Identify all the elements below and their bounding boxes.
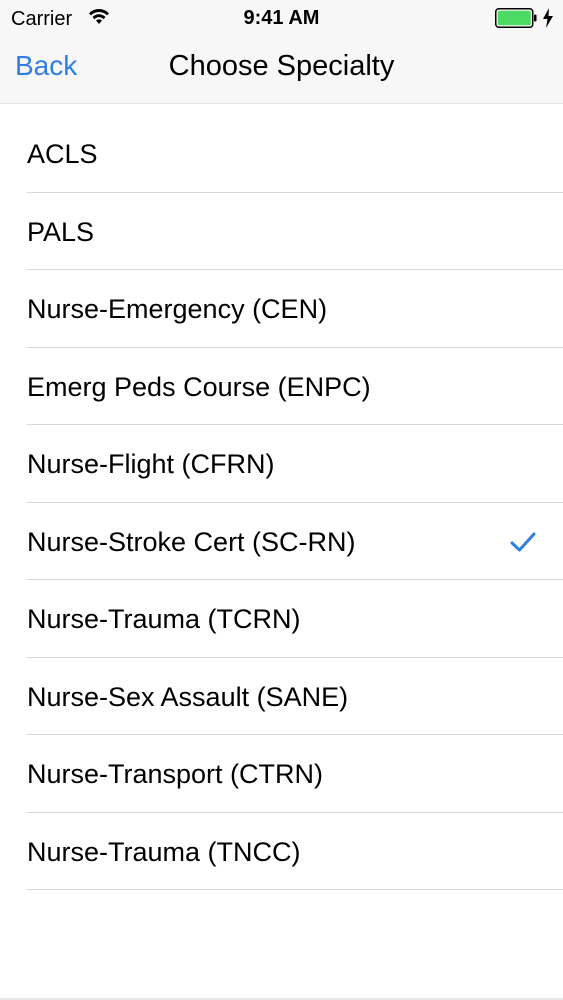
list-item-label: Nurse-Trauma (TCRN): [27, 604, 301, 634]
page-title: Choose Specialty: [168, 50, 395, 82]
list-item-label: Nurse-Transport (CTRN): [27, 759, 324, 789]
list-item[interactable]: Nurse-Transport (CTRN): [0, 735, 563, 813]
list-item-label: ACLS: [27, 139, 98, 169]
list-item-selected[interactable]: Nurse-Stroke Cert (SC-RN): [0, 503, 563, 581]
list-item[interactable]: Nurse-Trauma (TNCC): [0, 813, 563, 891]
specialty-list: ACLS PALS Nurse-Emergency (CEN) Emerg Pe…: [0, 115, 563, 890]
list-item[interactable]: Emerg Peds Course (ENPC): [0, 348, 563, 426]
list-item[interactable]: ACLS: [0, 115, 563, 193]
list-item[interactable]: Nurse-Trauma (TCRN): [0, 580, 563, 658]
list-item[interactable]: Nurse-Flight (CFRN): [0, 425, 563, 503]
navigation-bar: Back Choose Specialty: [0, 36, 563, 104]
list-item[interactable]: Nurse-Sex Assault (SANE): [0, 658, 563, 736]
battery-icon: [495, 8, 537, 28]
battery-fill: [497, 10, 531, 26]
checkmark-icon: [510, 532, 536, 551]
list-item-label: Nurse-Emergency (CEN): [27, 294, 328, 324]
list-item-label: Nurse-Stroke Cert (SC-RN): [27, 526, 356, 557]
list-item-label: Nurse-Flight (CFRN): [27, 449, 275, 479]
charging-bolt-icon: [543, 8, 553, 28]
list-item[interactable]: Nurse-Emergency (CEN): [0, 270, 563, 348]
list-item-label: Nurse-Trauma (TNCC): [27, 836, 301, 867]
list-item[interactable]: PALS: [0, 193, 563, 271]
list-item-label: Emerg Peds Course (ENPC): [27, 371, 371, 402]
list-item-label: Nurse-Sex Assault (SANE): [27, 681, 349, 712]
status-bar: Carrier 9:41 AM: [0, 0, 563, 36]
status-time: 9:41 AM: [243, 7, 320, 29]
list-item-label: PALS: [27, 216, 95, 247]
